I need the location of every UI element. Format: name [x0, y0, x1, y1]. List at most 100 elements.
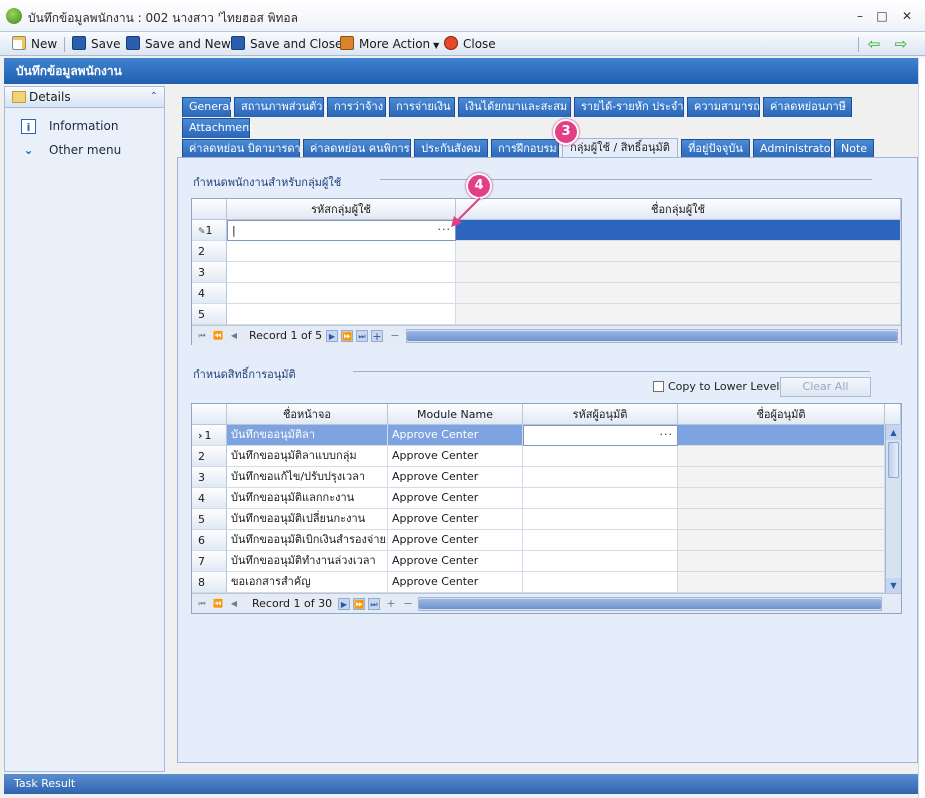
tab-note[interactable]: Note — [834, 139, 874, 159]
tab-general[interactable]: General — [182, 97, 232, 117]
tab-recurring-income[interactable]: รายได้-รายหัก ประจำ — [574, 97, 684, 117]
save-and-new-button[interactable]: Save and New — [126, 35, 231, 53]
close-button[interactable]: Close — [444, 35, 496, 53]
module-name-cell[interactable]: Approve Center — [388, 551, 523, 572]
scroll-up-icon[interactable]: ▲ — [886, 425, 901, 440]
first-record-icon[interactable]: ⏮ — [196, 598, 208, 610]
minimize-button[interactable]: – — [851, 7, 869, 25]
row-indicator[interactable]: 5 — [192, 509, 227, 530]
vertical-scrollbar[interactable]: ▲ ▼ — [885, 425, 901, 593]
approver-name-cell[interactable] — [678, 446, 885, 467]
nav-item-information[interactable]: i Information — [19, 116, 118, 136]
row-indicator[interactable]: 2 — [192, 241, 227, 262]
next-record-icon[interactable]: ⇨ — [893, 36, 909, 52]
group-code-cell[interactable] — [227, 304, 456, 325]
column-header-group-name[interactable]: ชื่อกลุ่มผู้ใช้ — [456, 199, 901, 220]
row-indicator[interactable]: 4 — [192, 283, 227, 304]
tab-employment[interactable]: การว่าจ้าง — [327, 97, 386, 117]
row-indicator[interactable]: 4 — [192, 488, 227, 509]
add-record-icon[interactable]: + — [371, 330, 383, 343]
row-indicator[interactable]: 3 — [192, 262, 227, 283]
tab-disabled-deduction[interactable]: ค่าลดหย่อน คนพิการ — [303, 139, 411, 159]
next-page-icon[interactable]: ⏩ — [353, 598, 365, 610]
scroll-thumb[interactable] — [888, 442, 899, 478]
next-record-icon[interactable]: ▶ — [338, 598, 350, 610]
add-record-icon[interactable]: + — [385, 598, 397, 610]
screen-name-cell[interactable]: บันทึกขออนุมัติเบิกเงินสำรองจ่าย — [227, 530, 388, 551]
column-header-approver-code[interactable]: รหัสผู้อนุมัติ — [523, 404, 678, 425]
module-name-cell[interactable]: Approve Center — [388, 425, 523, 446]
column-header-group-code[interactable]: รหัสกลุ่มผู้ใช้ — [227, 199, 456, 220]
screen-name-cell[interactable]: บันทึกขออนุมัติทำงานล่วงเวลา — [227, 551, 388, 572]
tab-social-security[interactable]: ประกันสังคม — [414, 139, 488, 159]
collapse-icon[interactable]: ⌃ — [150, 87, 158, 107]
approver-code-cell[interactable] — [523, 467, 678, 488]
tab-parent-deduction[interactable]: ค่าลดหย่อน บิดามารดา — [182, 139, 301, 159]
approver-code-input[interactable]: ··· — [523, 425, 678, 446]
row-indicator[interactable]: 8 — [192, 572, 227, 593]
approver-name-cell[interactable] — [678, 572, 885, 593]
tab-attachment[interactable]: Attachment — [182, 118, 254, 138]
clear-all-button[interactable]: Clear All — [780, 377, 871, 397]
approver-code-cell[interactable] — [523, 551, 678, 572]
prev-page-icon[interactable]: ⏪ — [212, 330, 224, 342]
approver-code-cell[interactable] — [523, 572, 678, 593]
screen-name-cell[interactable]: บันทึกขอแก้ไข/ปรับปรุงเวลา — [227, 467, 388, 488]
row-indicator[interactable]: 2 — [192, 446, 227, 467]
tab-user-group-approval[interactable]: กลุ่มผู้ใช้ / สิทธิ์อนุมัติ — [562, 138, 678, 159]
tab-current-address[interactable]: ที่อยู่ปัจจุบัน — [681, 139, 750, 159]
maximize-button[interactable]: □ — [873, 7, 891, 25]
row-indicator[interactable]: 6 — [192, 530, 227, 551]
task-result-bar[interactable]: Task Result — [4, 774, 918, 794]
save-and-close-button[interactable]: Save and Close — [231, 35, 342, 53]
previous-record-icon[interactable]: ⇦ — [866, 36, 882, 52]
copy-lower-level-checkbox[interactable] — [653, 381, 664, 392]
screen-name-cell[interactable]: ขอเอกสารสำคัญ — [227, 572, 388, 593]
prev-record-icon[interactable]: ◀ — [228, 330, 240, 342]
group-name-cell[interactable] — [456, 241, 901, 262]
module-name-cell[interactable]: Approve Center — [388, 446, 523, 467]
last-record-icon[interactable]: ⏭ — [356, 330, 368, 342]
scroll-down-icon[interactable]: ▼ — [886, 578, 901, 593]
group-name-cell[interactable] — [456, 262, 901, 283]
row-indicator[interactable]: 5 — [192, 304, 227, 325]
column-header-approver-name[interactable]: ชื่อผู้อนุมัติ — [678, 404, 885, 425]
tab-competency[interactable]: ความสามารถ — [687, 97, 760, 117]
next-record-icon[interactable]: ▶ — [326, 330, 338, 342]
group-code-cell[interactable] — [227, 262, 456, 283]
row-indicator[interactable]: › 1 — [192, 425, 227, 446]
tab-training[interactable]: การฝึกอบรม — [491, 139, 559, 159]
ellipsis-button[interactable]: ··· — [660, 426, 674, 445]
new-button[interactable]: New — [12, 35, 57, 53]
close-window-button[interactable]: ✕ — [898, 7, 916, 25]
approver-name-cell[interactable] — [678, 530, 885, 551]
tab-payment[interactable]: การจ่ายเงิน — [389, 97, 455, 117]
screen-name-cell[interactable]: บันทึกขออนุมัติแลกกะงาน — [227, 488, 388, 509]
module-name-cell[interactable]: Approve Center — [388, 572, 523, 593]
row-indicator[interactable]: 7 — [192, 551, 227, 572]
group-code-cell[interactable] — [227, 283, 456, 304]
approver-name-cell[interactable] — [678, 488, 885, 509]
more-action-button[interactable]: More Action ▼ — [340, 35, 439, 53]
horizontal-scrollbar[interactable] — [418, 597, 882, 611]
row-indicator[interactable]: ✎1 — [192, 220, 227, 241]
module-name-cell[interactable]: Approve Center — [388, 467, 523, 488]
approver-code-cell[interactable] — [523, 509, 678, 530]
save-button[interactable]: Save — [72, 35, 120, 53]
group-name-cell[interactable] — [456, 304, 901, 325]
last-record-icon[interactable]: ⏭ — [368, 598, 380, 610]
tab-tax-deduction[interactable]: ค่าลดหย่อนภาษี — [763, 97, 852, 117]
prev-record-icon[interactable]: ◀ — [228, 598, 240, 610]
prev-page-icon[interactable]: ⏪ — [212, 598, 224, 610]
nav-item-other-menu[interactable]: ⌄ Other menu — [19, 140, 121, 160]
approver-name-cell[interactable] — [678, 509, 885, 530]
next-page-icon[interactable]: ⏩ — [341, 330, 353, 342]
approver-name-cell[interactable] — [678, 551, 885, 572]
screen-name-cell[interactable]: บันทึกขออนุมัติลาแบบกลุ่ม — [227, 446, 388, 467]
column-header-screen-name[interactable]: ชื่อหน้าจอ — [227, 404, 388, 425]
module-name-cell[interactable]: Approve Center — [388, 530, 523, 551]
approver-code-cell[interactable] — [523, 530, 678, 551]
group-code-cell[interactable] — [227, 241, 456, 262]
screen-name-cell[interactable]: บันทึกขออนุมัติเปลี่ยนกะงาน — [227, 509, 388, 530]
row-indicator[interactable]: 3 — [192, 467, 227, 488]
